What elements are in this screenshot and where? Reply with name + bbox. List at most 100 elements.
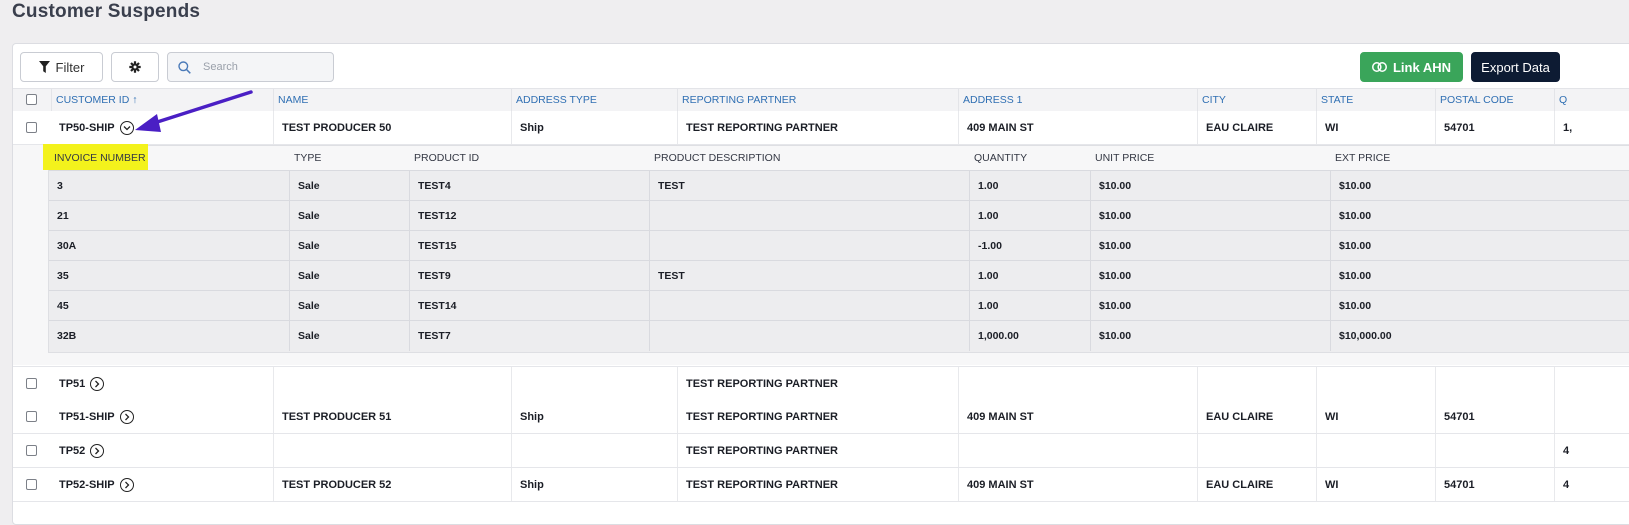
state-cell [1316,434,1435,467]
invoice-table: INVOICE NUMBER TYPE PRODUCT ID PRODUCT D… [43,144,1629,353]
search-box[interactable] [167,52,334,82]
invoice-row[interactable]: 45 Sale TEST14 1.00 $10.00 $10.00 [49,290,1629,321]
unit-price-cell: $10.00 [1090,231,1330,261]
export-data-button[interactable]: Export Data [1471,52,1560,82]
city-cell: EAU CLAIRE [1197,111,1316,144]
column-header-city[interactable]: CITY [1197,89,1316,111]
address-1-cell [958,434,1197,467]
table-row[interactable]: TP50-SHIP TEST PRODUCER 50 Ship TEST REP… [13,111,1629,145]
product-description-cell [649,291,969,321]
link-ahn-button[interactable]: Link AHN [1360,52,1463,82]
address-type-cell [511,367,677,400]
city-cell: EAU CLAIRE [1197,468,1316,501]
column-header-name[interactable]: NAME [273,89,511,111]
customer-id-cell: TP52-SHIP [51,468,273,501]
quantity-cell: 1.00 [969,291,1090,321]
row-checkbox[interactable] [26,445,37,456]
extra-cell: 1, [1554,111,1629,144]
unit-price-cell: $10.00 [1090,171,1330,201]
quantity-cell: 1,000.00 [969,321,1090,351]
quantity-cell: -1.00 [969,231,1090,261]
quantity-header: QUANTITY [974,152,1028,164]
row-checkbox[interactable] [26,122,37,133]
chevron-right-icon[interactable] [90,443,105,458]
name-cell: TEST PRODUCER 52 [273,468,511,501]
name-cell: TEST PRODUCER 50 [273,111,511,144]
invoice-row[interactable]: 32B Sale TEST7 1,000.00 $10.00 $10,000.00 [49,320,1629,351]
city-cell [1197,367,1316,400]
invoice-detail-panel: INVOICE NUMBER TYPE PRODUCT ID PRODUCT D… [13,144,1629,365]
row-checkbox[interactable] [26,479,37,490]
invoice-row[interactable]: 3 Sale TEST4 TEST 1.00 $10.00 $10.00 [49,170,1629,201]
address-1-cell: 409 MAIN ST [958,468,1197,501]
invoice-row[interactable]: 21 Sale TEST12 1.00 $10.00 $10.00 [49,200,1629,231]
chevron-right-icon[interactable] [119,477,134,492]
ext-price-cell: $10.00 [1330,201,1570,231]
type-header: TYPE [294,152,322,164]
product-id-cell: TEST12 [409,201,649,231]
table-row[interactable]: TP51 TEST REPORTING PARTNER [13,366,1629,401]
unit-price-cell: $10.00 [1090,201,1330,231]
invoice-table-header: INVOICE NUMBER TYPE PRODUCT ID PRODUCT D… [43,144,1629,170]
chevron-right-icon[interactable] [90,376,105,391]
column-header-state[interactable]: STATE [1316,89,1435,111]
row-checkbox[interactable] [26,411,37,422]
invoice-number-cell: 30A [57,240,77,252]
column-header-address-type[interactable]: ADDRESS TYPE [511,89,677,111]
filter-button[interactable]: Filter [20,52,103,82]
ext-price-cell: $10.00 [1330,261,1570,291]
ext-price-cell: $10,000.00 [1330,321,1570,351]
column-header-customer-id[interactable]: CUSTOMER ID ↑ [51,89,273,111]
postal-code-cell: 54701 [1435,400,1554,433]
chevron-right-icon[interactable] [119,409,134,424]
ext-price-cell: $10.00 [1330,291,1570,321]
reporting-partner-cell: TEST REPORTING PARTNER [677,434,958,467]
search-input[interactable] [201,60,325,74]
invoice-number-cell: 45 [57,300,69,312]
product-id-header: PRODUCT ID [414,152,480,164]
customer-id-cell: TP50-SHIP [51,111,273,144]
link-icon [1372,62,1387,72]
ext-price-cell: $10.00 [1330,231,1570,261]
reporting-partner-cell: TEST REPORTING PARTNER [677,111,958,144]
ext-price-cell: $10.00 [1330,171,1570,201]
type-cell: Sale [289,321,409,351]
unit-price-cell: $10.00 [1090,261,1330,291]
type-cell: Sale [289,201,409,231]
table-row[interactable]: TP52-SHIP TEST PRODUCER 52 Ship TEST REPORT… [13,468,1629,502]
table-row[interactable]: TP52 TEST REPORTING PARTNER 4 [13,434,1629,468]
product-description-cell [649,201,969,231]
postal-code-cell: 54701 [1435,111,1554,144]
row-checkbox[interactable] [26,378,37,389]
postal-code-cell [1435,367,1554,400]
state-cell: WI [1316,111,1435,144]
settings-button[interactable] [111,52,159,82]
unit-price-cell: $10.00 [1090,291,1330,321]
extra-cell [1554,367,1629,400]
product-id-cell: TEST4 [409,171,649,201]
address-type-cell: Ship [511,111,677,144]
reporting-partner-cell: TEST REPORTING PARTNER [677,468,958,501]
state-cell: WI [1316,468,1435,501]
column-header-q[interactable]: Q [1554,89,1629,111]
filter-icon [38,61,50,73]
extra-cell [1554,400,1629,433]
product-description-cell: TEST [649,261,969,291]
address-type-cell [511,434,677,467]
address-type-cell: Ship [511,400,677,433]
column-header-reporting-partner[interactable]: REPORTING PARTNER [677,89,958,111]
chevron-down-icon[interactable] [119,120,134,135]
reporting-partner-cell: TEST REPORTING PARTNER [677,400,958,433]
column-header-address-1[interactable]: ADDRESS 1 [958,89,1197,111]
address-1-cell: 409 MAIN ST [958,111,1197,144]
type-cell: Sale [289,231,409,261]
invoice-row[interactable]: 30A Sale TEST15 -1.00 $10.00 $10.00 [49,230,1629,261]
customer-id-cell: TP51-SHIP [51,400,273,433]
unit-price-header: UNIT PRICE [1095,152,1155,164]
column-header-postal-code[interactable]: POSTAL CODE [1435,89,1554,111]
select-all-checkbox[interactable] [26,94,37,105]
city-cell [1197,434,1316,467]
table-row[interactable]: TP51-SHIP TEST PRODUCER 51 Ship TEST REPORT… [13,400,1629,434]
invoice-row[interactable]: 35 Sale TEST9 TEST 1.00 $10.00 $10.00 [49,260,1629,291]
quantity-cell: 1.00 [969,261,1090,291]
